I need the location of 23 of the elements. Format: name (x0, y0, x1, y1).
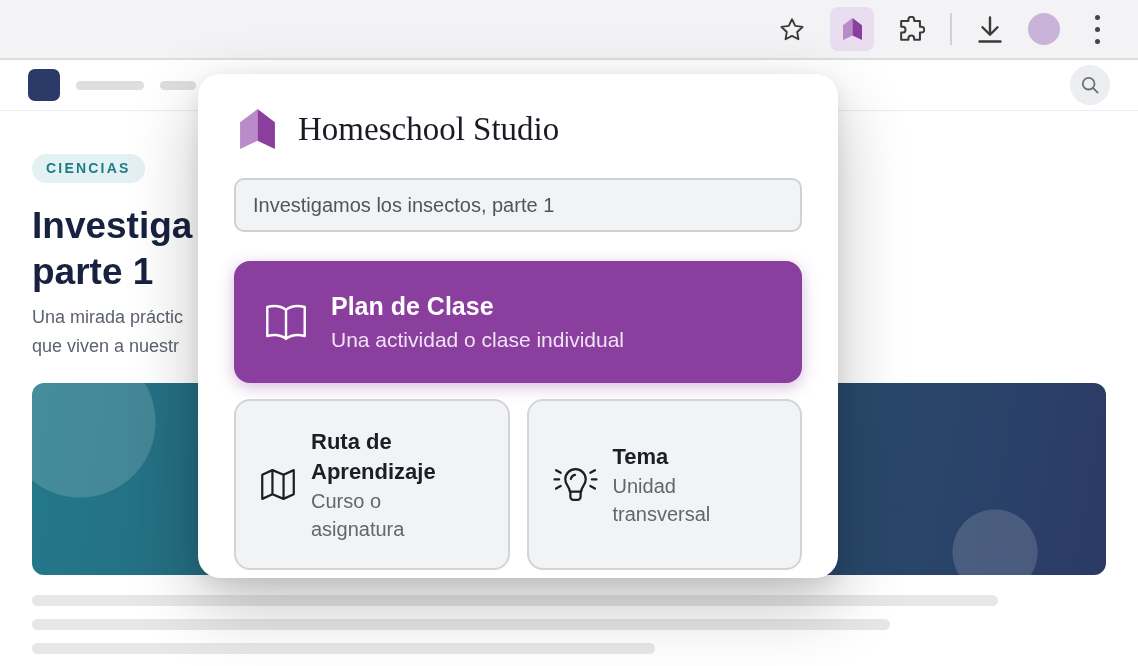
logo-icon (842, 18, 862, 40)
title-input[interactable]: Investigamos los insectos, parte 1 (234, 178, 802, 232)
option-card[interactable]: Ruta de Aprendizaje Curso o asignatura (234, 399, 510, 570)
brand-name: Homeschool Studio (298, 110, 560, 148)
option-card[interactable]: Tema Unidad transversal (526, 399, 802, 570)
puzzle-icon[interactable] (899, 16, 925, 42)
logo-icon (240, 109, 275, 149)
book-icon (265, 303, 307, 341)
site-logo[interactable] (28, 69, 60, 101)
skeleton-bar (76, 80, 144, 90)
search-icon (1081, 76, 1099, 94)
category-tag: CIENCIAS (32, 154, 145, 183)
star-icon[interactable] (780, 17, 804, 41)
download-icon[interactable] (978, 15, 1002, 43)
skeleton-bar (160, 80, 196, 90)
search-button[interactable] (1070, 65, 1110, 105)
article-title: Investiga parte 1 (32, 204, 193, 294)
lightbulb-icon (552, 467, 598, 502)
map-icon (260, 468, 296, 501)
menu-icon[interactable] (1094, 14, 1100, 44)
article-description: Una mirada práctic que viven a nuestr (32, 306, 184, 358)
option-card[interactable]: Plan de Clase Una actividad o clase individual (234, 261, 802, 383)
extension-button[interactable] (830, 7, 874, 51)
